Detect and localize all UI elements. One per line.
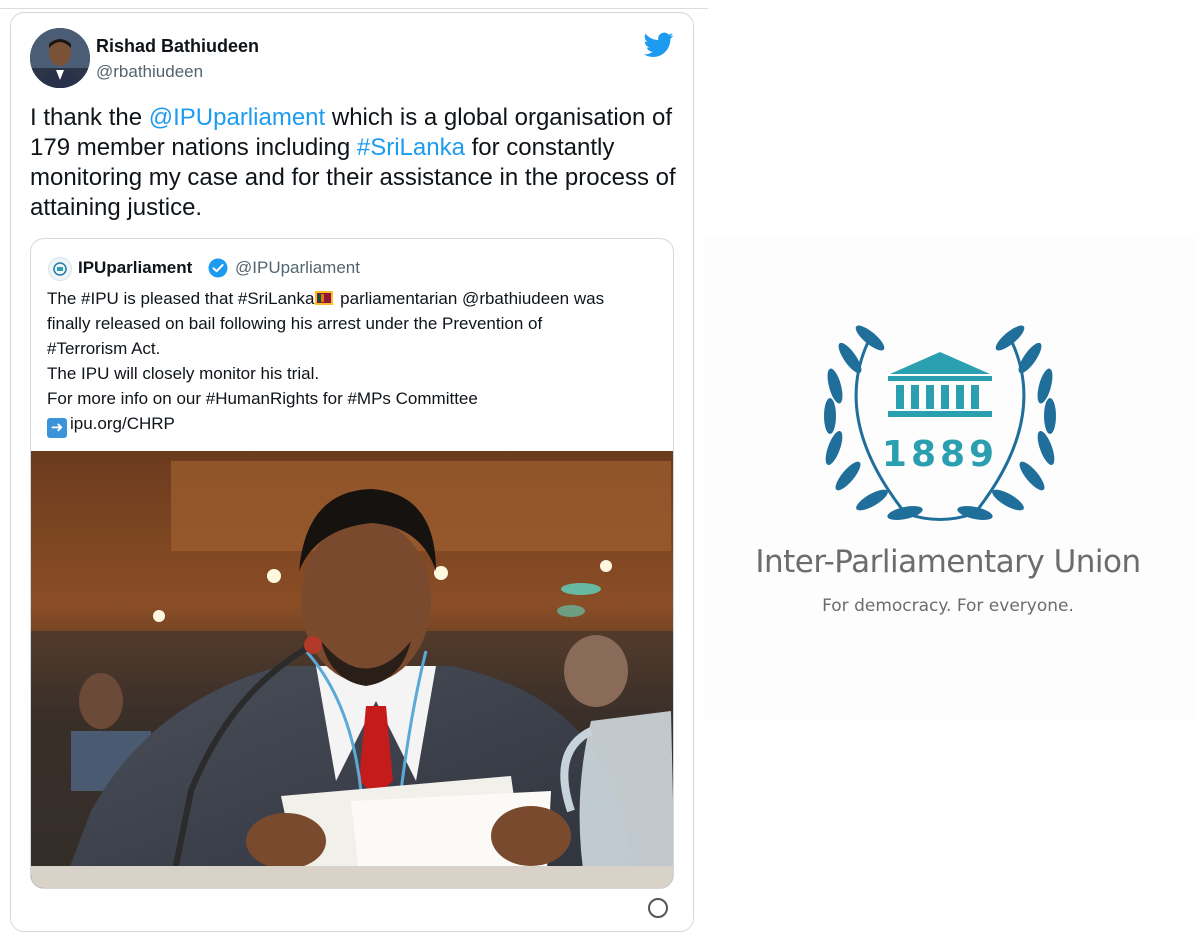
quoted-line-4: The IPU will closely monitor his trial.	[47, 364, 320, 383]
twitter-bird-icon[interactable]	[644, 32, 674, 58]
ipu-year: 1889	[882, 434, 998, 475]
tweet-photo[interactable]	[31, 451, 674, 889]
quoted-text-segment: parliamentarian @rbathiudeen was	[335, 289, 605, 308]
author-name[interactable]: Rishad Bathiudeen	[96, 36, 259, 57]
quoted-line-1: The #IPU is pleased that #SriLanka parli…	[47, 286, 659, 311]
quoted-line-5: For more info on our #HumanRights for #M…	[47, 389, 478, 408]
ipu-chrp-link[interactable]: ipu.org/CHRP	[70, 414, 175, 433]
tweet-text-part: I thank the	[30, 104, 149, 131]
quoted-text-segment: The #IPU is pleased that #SriLanka	[47, 289, 315, 308]
tweet-text: I thank the @IPUparliament which is a gl…	[30, 103, 680, 223]
quoted-author-avatar[interactable]	[48, 257, 72, 281]
tweet-card[interactable]: Rishad Bathiudeen @rbathiudeen I thank t…	[10, 12, 694, 932]
verified-badge-icon	[208, 258, 228, 278]
more-options-icon[interactable]	[648, 898, 668, 918]
quoted-tweet[interactable]: IPUparliament @IPUparliament The #IPU is…	[30, 238, 674, 889]
hashtag-link-srilanka[interactable]: #SriLanka	[357, 134, 465, 161]
ipu-name: Inter-Parliamentary Union	[755, 544, 1141, 580]
quoted-line-2: finally released on bail following his a…	[47, 314, 543, 333]
quoted-tweet-text: The #IPU is pleased that #SriLanka parli…	[47, 286, 659, 438]
ipu-laurel-emblem-icon: 1889	[824, 325, 1056, 521]
quoted-line-3: #Terrorism Act.	[47, 339, 161, 358]
top-divider	[0, 8, 708, 9]
author-avatar[interactable]	[30, 28, 90, 88]
right-arrow-icon: ➜	[47, 418, 67, 438]
author-handle[interactable]: @rbathiudeen	[96, 62, 203, 82]
quoted-line-6: ➜ ipu.org/CHRP	[47, 411, 659, 438]
ipu-logo-panel: 1889 Inter-Parliamentary Union For democ…	[705, 234, 1194, 720]
mention-link-ipuparliament[interactable]: @IPUparliament	[149, 104, 325, 131]
sri-lanka-flag-icon	[315, 291, 334, 305]
quoted-author-handle[interactable]: @IPUparliament	[235, 258, 360, 278]
quoted-author-name[interactable]: IPUparliament	[78, 258, 192, 278]
ipu-tagline: For democracy. For everyone.	[822, 596, 1074, 616]
